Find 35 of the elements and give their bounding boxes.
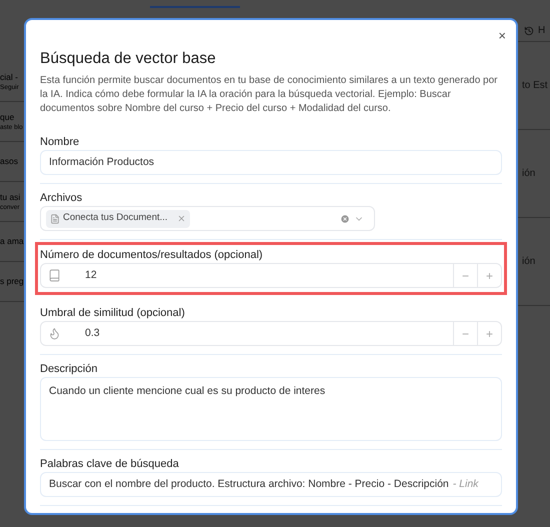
close-button[interactable]: × [498,29,506,43]
file-select[interactable]: Conecta tus Document... [40,206,375,231]
clear-icon[interactable] [340,214,350,224]
background-text: ión [522,255,536,269]
background-text: H [538,24,546,38]
flame-icon [48,327,61,340]
list-item-title: tu asi [0,192,20,202]
field-label: Archivos [40,192,84,205]
history-icon [524,26,534,36]
list-item-title: s preg [0,276,24,287]
list-item-title: que [0,112,14,122]
book-icon [48,269,61,282]
field-label: Umbral de similitud (opcional) [40,307,186,320]
list-item-title: a ama [0,236,24,247]
background-text: ión [522,167,536,181]
field-label: Nombre [40,136,80,149]
field-value: Buscar con el nombre del producto. Estructura archivo: Nombre - Precio - Descripción [49,476,449,492]
remove-icon[interactable] [176,214,186,223]
field-value: 0.3 [85,326,101,341]
field-label: Número de documentos/resultados (opcional) [40,249,264,262]
dialog-description: Esta función permite buscar documentos en tu base de conocimiento similares a un texto generado por la IA. Indica cómo debe formular la IA la oración para la búsqueda vectorial. Ejemplo: Buscar documentos sobre Nombre del curso + Precio del curso + Modalidad del curso. [40,74,498,116]
dialog-title: Búsqueda de vector base [40,49,217,69]
field-value: 12 [85,268,98,283]
list-item-title: cial - [0,72,18,82]
document-icon [50,214,60,224]
text-field[interactable]: Buscar con el nombre del producto. Estructura archivo: Nombre - Precio - Descripción - Link [40,472,502,497]
list-item-title: asos [0,156,18,167]
field-label: Descripción [40,363,98,376]
description-textarea[interactable]: Cuando un cliente mencione cual es su producto de interes [40,377,502,441]
background-text: to Est [522,79,548,93]
link-hint: - Link [452,476,478,492]
text-field[interactable]: Información Productos [40,150,502,175]
field-label: Palabras clave de búsqueda [40,458,180,471]
file-chip[interactable]: Conecta tus Document... [46,210,190,228]
field-value: Información Productos [49,154,154,170]
